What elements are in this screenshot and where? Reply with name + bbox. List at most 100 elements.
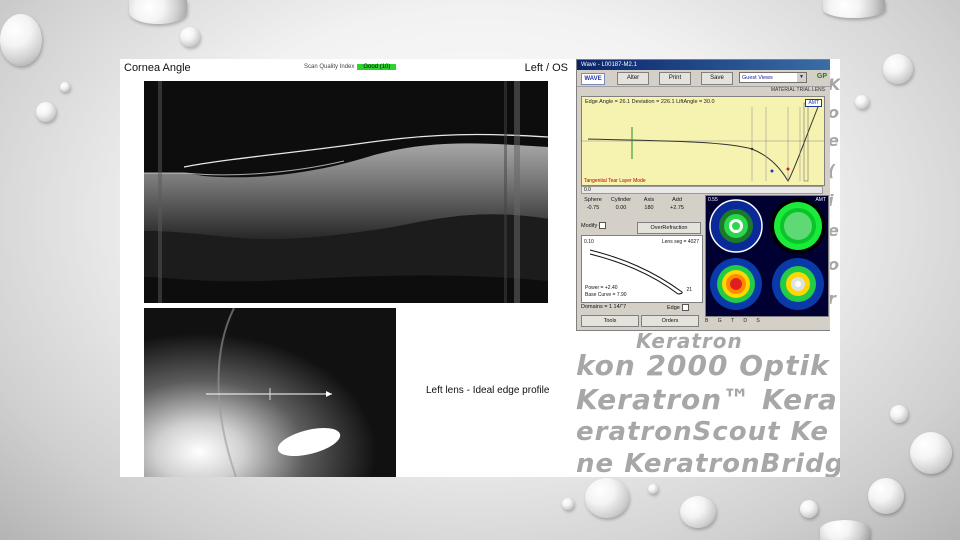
save-button[interactable]: Save <box>701 72 733 85</box>
over-refraction-button[interactable]: OverRefraction <box>637 222 701 234</box>
param-sphere-value: -0.75 <box>586 205 600 211</box>
view-select-value: Guest Views <box>742 75 773 81</box>
brand-side-letter: o <box>830 255 839 274</box>
app-logo: WAVE <box>581 73 605 85</box>
graph-mode-badge: AMT <box>805 99 822 107</box>
param-cylinder: Cylinder 0.00 <box>609 197 633 211</box>
scale-label: 0.0 <box>584 187 591 193</box>
profile-value: 21 <box>686 287 692 293</box>
param-axis: Axis 180 <box>637 197 661 211</box>
map-option[interactable]: G <box>718 318 722 324</box>
material-label: MATERIAL TRIAL LENS <box>770 87 825 93</box>
map-label-top-left: 0.55 <box>708 197 718 203</box>
water-drop-decoration <box>648 484 658 494</box>
lens-seg-readout: Lens seg = 4027 <box>661 239 699 245</box>
edge-checkbox[interactable] <box>681 304 689 311</box>
brand-line: ne KeratronBridg <box>576 449 840 477</box>
edge-label: Edge <box>667 304 680 311</box>
edge-profile-graph: Edge Angle = 26.1 Deviation = 226.1 Lift… <box>581 96 825 186</box>
brand-side-letter: o <box>830 103 839 122</box>
tools-button[interactable]: Tools <box>581 315 639 327</box>
water-drop-decoration <box>129 0 187 24</box>
scan-quality-label: Scan Quality Index <box>304 64 355 70</box>
param-sphere-label: Sphere <box>584 197 602 203</box>
water-drop-decoration <box>562 498 574 510</box>
slide-content: Cornea Angle Scan Quality Index Good (10)… <box>120 59 840 477</box>
brand-side-strip: K o e ( i e o r <box>830 59 840 331</box>
water-drop-decoration <box>180 27 200 47</box>
domains-label: Domains = 1 14/"7 <box>581 304 627 310</box>
photo-caption: Left lens - Ideal edge profile <box>426 385 550 396</box>
alter-button[interactable]: Alter <box>617 72 649 85</box>
water-drop-decoration <box>820 520 870 540</box>
water-drop-decoration <box>868 478 904 514</box>
modify-checkbox[interactable] <box>599 222 607 229</box>
water-drop-decoration <box>910 432 952 474</box>
param-add: Add +2.75 <box>665 197 689 211</box>
water-drop-decoration <box>855 95 869 109</box>
fluorescein-maps: 0.55 AMT <box>705 195 829 317</box>
brand-side-letter: e <box>830 221 839 240</box>
refraction-params: Sphere -0.75 Cylinder 0.00 Axis 180 Add +2.7… <box>581 197 701 223</box>
oct-scan-graphic <box>144 81 548 303</box>
brand-side-letter: i <box>830 191 833 210</box>
param-axis-label: Axis <box>643 197 655 203</box>
water-drop-decoration <box>60 82 70 92</box>
oct-scan-image <box>144 81 548 303</box>
fluorescein-maps-graphic <box>706 196 828 316</box>
map-option[interactable]: B <box>705 318 708 324</box>
eye-label: Left / OS <box>524 62 568 74</box>
param-sphere: Sphere -0.75 <box>581 197 605 211</box>
gp-tag: GP <box>816 73 827 80</box>
chevron-down-icon: ▼ <box>797 73 806 82</box>
water-drop-decoration <box>680 496 716 528</box>
brand-line: eratronScout Ke <box>576 417 829 447</box>
brand-banner: Keratron kon 2000 Optik Keratron™ Kera e… <box>576 331 840 477</box>
keratron-software-window: Wave - L00187-M2.1 WAVE Alter Print Save… <box>576 59 832 331</box>
water-drop-decoration <box>585 478 629 518</box>
map-option[interactable]: S <box>756 318 759 324</box>
water-drop-decoration <box>890 405 908 423</box>
oct-title: Cornea Angle <box>124 62 191 74</box>
modify-row: Modify OverRefraction <box>581 222 701 234</box>
brand-line: Keratron™ Kera <box>576 383 838 416</box>
modify-label: Modify <box>581 222 598 229</box>
brand-side-letter: e <box>830 131 839 150</box>
profile-scale-label: 0.10 <box>584 239 594 245</box>
position-scale-bar[interactable]: 0.0 <box>581 186 823 194</box>
slit-lamp-graphic <box>144 308 396 477</box>
param-axis-value: 180 <box>644 205 654 211</box>
brand-line: kon 2000 Optik <box>576 349 830 382</box>
map-option[interactable]: T <box>731 318 734 324</box>
param-add-value: +2.75 <box>670 205 684 211</box>
water-drop-decoration <box>823 0 885 18</box>
tear-layer-mode-label: Tangential Tear Layer Mode <box>584 178 646 184</box>
edge-profile-plot <box>582 102 824 182</box>
power-readout: Power = +2.40 <box>585 285 618 291</box>
brand-side-letter: ( <box>830 161 835 180</box>
slit-lamp-photo <box>144 308 396 477</box>
base-curve-readout: Base Curve = 7.90 <box>585 292 627 298</box>
map-label-top-right: AMT <box>815 197 826 203</box>
scan-quality-badge: Good (10) <box>357 64 397 70</box>
map-option-row: B G T D S <box>705 318 827 328</box>
edge-toggle: Edge <box>667 304 689 311</box>
window-toolbar: WAVE Alter Print Save Guest Views ▼ GP <box>577 70 831 87</box>
map-option[interactable]: D <box>743 318 747 324</box>
lens-profile-panel: 0.10 Lens seg = 4027 Power = +2.40 Base … <box>581 235 703 303</box>
domains-row: Domains = 1 14/"7 Edge <box>581 304 701 313</box>
view-select[interactable]: Guest Views ▼ <box>739 72 807 83</box>
water-drop-decoration <box>36 102 56 122</box>
param-cylinder-value: 0.00 <box>615 205 627 211</box>
water-drop-decoration <box>800 500 818 518</box>
print-button[interactable]: Print <box>659 72 691 85</box>
water-drop-decoration <box>883 54 913 84</box>
window-titlebar: Wave - L00187-M2.1 <box>577 60 831 70</box>
edge-angle-readout: Edge Angle = 26.1 Deviation = 226.1 Lift… <box>585 99 715 105</box>
brand-side-letter: K <box>830 75 840 94</box>
oct-header: Cornea Angle Scan Quality Index Good (10)… <box>120 59 572 79</box>
scan-quality-indicator: Scan Quality Index Good (10) <box>304 64 397 70</box>
orders-button[interactable]: Orders <box>641 315 699 327</box>
brand-side-letter: r <box>830 289 836 308</box>
param-cylinder-label: Cylinder <box>610 197 632 203</box>
